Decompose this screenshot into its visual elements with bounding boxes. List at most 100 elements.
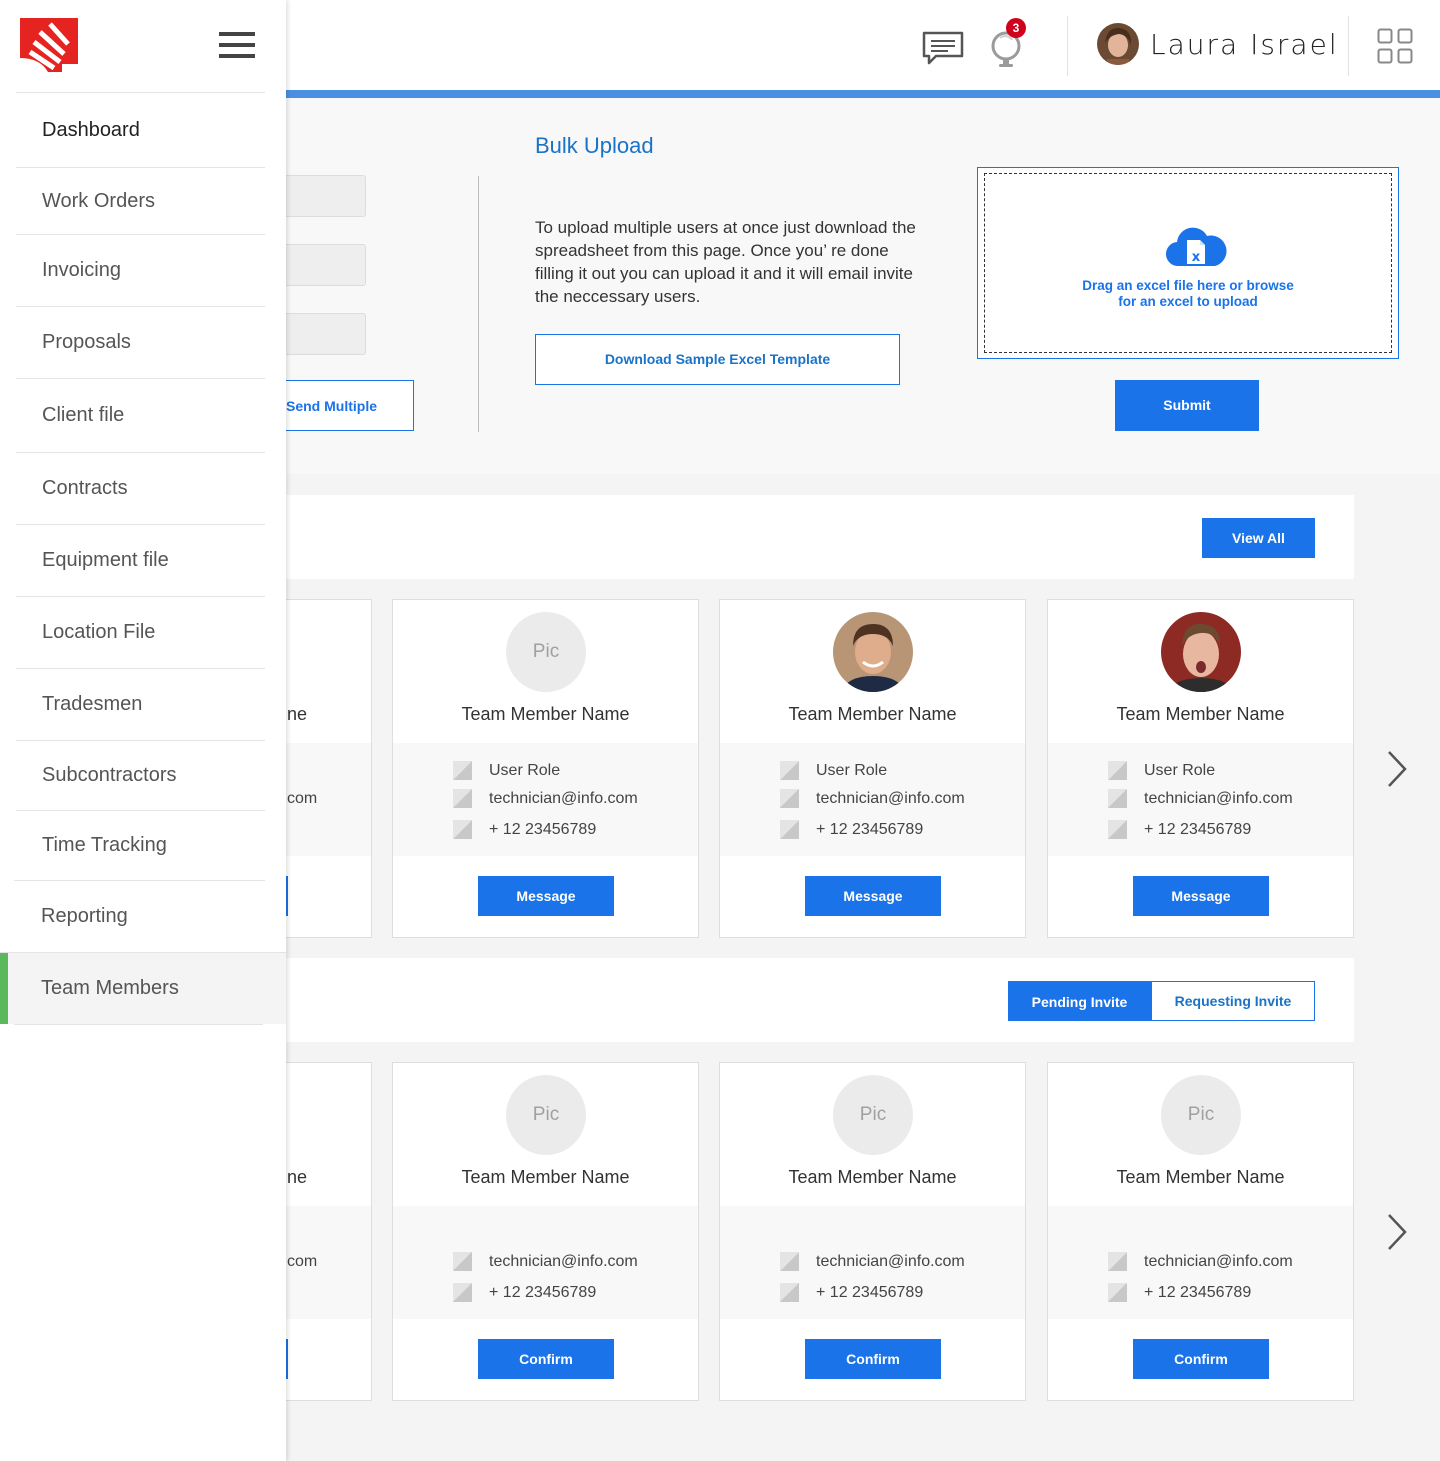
email-icon <box>1108 1252 1127 1271</box>
team-card: Pic Team Member Name User Role technicia… <box>392 599 699 938</box>
sidebar-item-subcontractors[interactable]: Subcontractors <box>16 740 265 810</box>
avatar[interactable] <box>1097 23 1139 65</box>
message-button[interactable]: Message <box>1133 876 1269 916</box>
member-role: User Role <box>816 761 888 779</box>
sidebar-item-client-file[interactable]: Client file <box>16 378 265 452</box>
invite-field[interactable] <box>286 313 366 355</box>
sidebar-item-time-tracking[interactable]: Time Tracking <box>16 810 265 880</box>
send-multiple-button[interactable]: Send Multiple <box>286 380 414 431</box>
phone-icon <box>1108 820 1127 839</box>
email-icon <box>780 789 799 808</box>
confirm-button[interactable]: Confirm <box>1133 1339 1269 1379</box>
phone-icon <box>780 1283 799 1302</box>
member-name: Team Member Name <box>1116 1167 1285 1187</box>
dropzone-text: Drag an excel file here or browse for an… <box>985 278 1391 310</box>
sidebar-item-label: Dashboard <box>42 118 140 141</box>
sidebar-item-label: Location File <box>42 621 156 643</box>
message-button[interactable]: Message <box>478 876 614 916</box>
member-name: Team Member Name <box>788 1167 957 1187</box>
phone-icon <box>453 1283 472 1302</box>
bulk-upload-description: To upload multiple users at once just do… <box>535 218 916 306</box>
member-email: technician@info.com <box>489 1252 638 1270</box>
member-email: technician@info.com <box>816 789 965 807</box>
invite-field[interactable] <box>286 244 366 286</box>
member-phone: + 12 23456789 <box>1144 820 1252 838</box>
member-email: technician@info.com <box>816 1252 965 1270</box>
member-role-row: User Role <box>453 761 560 780</box>
hamburger-menu-icon[interactable] <box>219 30 255 60</box>
dropzone-border: x Drag an excel file here or browse for … <box>984 173 1392 353</box>
member-info: technician@info.com + 12 23456789 <box>720 1206 1025 1319</box>
phone-icon <box>780 820 799 839</box>
sidebar-item-label: Equipment file <box>42 549 169 571</box>
member-phone-row: + 12 23456789 <box>1108 1283 1251 1302</box>
sidebar-item-label: Work Orders <box>42 189 155 212</box>
brand-logo[interactable] <box>20 18 78 72</box>
email-icon <box>1108 789 1127 808</box>
member-info: technician@info.com + 12 23456789 <box>1048 1206 1353 1319</box>
member-email-row: technician@info.com <box>780 789 965 808</box>
sidebar: Dashboard Work Orders Invoicing Proposal… <box>0 0 286 1461</box>
confirm-button[interactable]: Confirm <box>478 1339 614 1379</box>
confirm-button[interactable]: Confirm <box>805 1339 941 1379</box>
sidebar-item-location-file[interactable]: Location File <box>16 596 265 668</box>
sidebar-divider <box>14 1024 263 1025</box>
member-name: Team Member Name <box>788 704 957 724</box>
sidebar-item-label: Invoicing <box>42 259 121 281</box>
chevron-right-icon[interactable] <box>1384 1212 1410 1252</box>
sidebar-item-contracts[interactable]: Contracts <box>16 452 265 524</box>
member-info: User Role technician@info.com + 12 23456… <box>720 743 1025 856</box>
member-photo <box>833 612 913 692</box>
member-email-row: technician@info.com <box>1108 789 1293 808</box>
active-indicator <box>0 953 8 1024</box>
member-photo <box>1161 612 1241 692</box>
bulk-upload-title: Bulk Upload <box>535 133 654 158</box>
member-email-row: technician@info.com <box>780 1252 965 1271</box>
avatar-placeholder: Pic <box>506 1075 586 1155</box>
invite-card: Pic Team Member Name technician@info.com… <box>719 1062 1026 1401</box>
sidebar-item-team-members[interactable]: Team Members <box>0 952 286 1024</box>
member-name: Team Member Name <box>1116 704 1285 724</box>
role-icon <box>1108 761 1127 780</box>
invite-field[interactable] <box>286 175 366 217</box>
view-all-button[interactable]: View All <box>1202 518 1315 558</box>
chevron-right-icon[interactable] <box>1384 749 1410 789</box>
sidebar-item-reporting[interactable]: Reporting <box>14 880 265 952</box>
team-card: Team Member Name User Role technician@in… <box>719 599 1026 938</box>
member-info: technician@info.com + 12 23456789 <box>393 1206 698 1319</box>
file-dropzone[interactable]: x Drag an excel file here or browse for … <box>977 167 1399 359</box>
sidebar-item-equipment-file[interactable]: Equipment file <box>16 524 265 596</box>
download-template-button[interactable]: Download Sample Excel Template <box>535 334 900 385</box>
message-button[interactable]: Message <box>805 876 941 916</box>
sidebar-item-label: Proposals <box>42 331 131 353</box>
sidebar-item-dashboard[interactable]: Dashboard <box>16 92 265 167</box>
role-icon <box>780 761 799 780</box>
sidebar-item-invoicing[interactable]: Invoicing <box>16 234 265 306</box>
member-role-row: User Role <box>780 761 887 780</box>
avatar-placeholder: Pic <box>1161 1075 1241 1155</box>
member-role: User Role <box>1144 761 1216 779</box>
member-phone: + 12 23456789 <box>489 820 597 838</box>
sidebar-item-proposals[interactable]: Proposals <box>16 306 265 378</box>
email-icon <box>453 789 472 808</box>
member-email: com <box>287 790 318 807</box>
sidebar-item-label: Subcontractors <box>42 764 177 786</box>
member-phone-row: + 12 23456789 <box>453 820 596 839</box>
team-section-header <box>286 495 1354 579</box>
tab-pending-invite[interactable]: Pending Invite <box>1008 981 1151 1021</box>
member-email: technician@info.com <box>1144 789 1293 807</box>
member-phone: + 12 23456789 <box>816 1283 924 1301</box>
cloud-upload-icon: x <box>1165 227 1227 267</box>
member-role-row: User Role <box>1108 761 1215 780</box>
sidebar-item-work-orders[interactable]: Work Orders <box>16 167 265 234</box>
member-role: User Role <box>489 761 561 779</box>
invite-card: Pic Team Member Name technician@info.com… <box>392 1062 699 1401</box>
submit-button[interactable]: Submit <box>1115 380 1259 431</box>
chat-icon[interactable] <box>922 30 964 66</box>
user-name[interactable]: Laura Israel <box>1150 28 1339 61</box>
member-email-row: technician@info.com <box>453 789 638 808</box>
tab-requesting-invite[interactable]: Requesting Invite <box>1151 981 1315 1021</box>
phone-icon <box>453 820 472 839</box>
app-grid-icon[interactable] <box>1377 28 1413 64</box>
sidebar-item-tradesmen[interactable]: Tradesmen <box>16 668 265 740</box>
